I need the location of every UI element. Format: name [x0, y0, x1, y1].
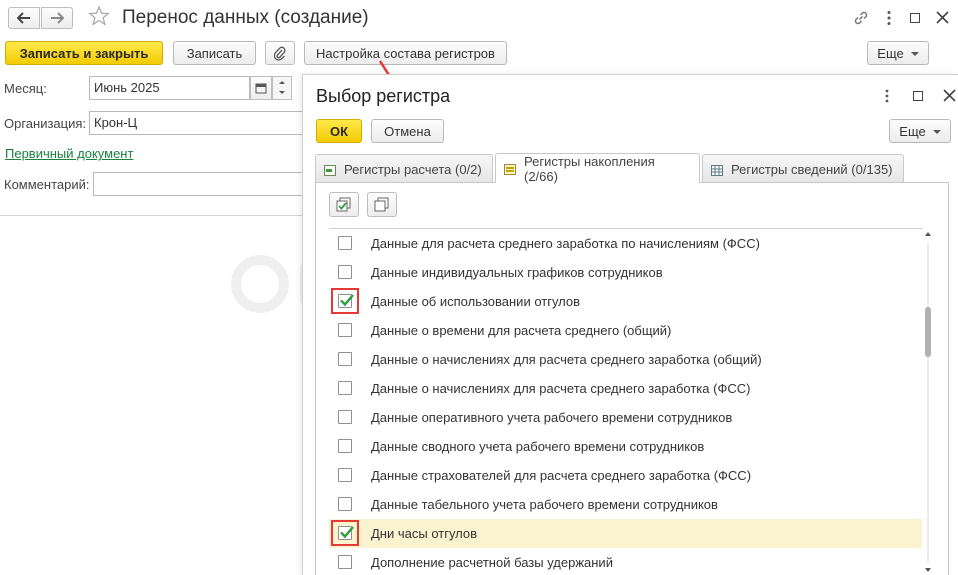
checkbox[interactable] — [338, 236, 352, 250]
register-row[interactable]: Данные об использовании отгулов — [329, 287, 922, 316]
back-button[interactable] — [8, 7, 40, 29]
checkbox[interactable] — [338, 381, 352, 395]
calc-register-icon — [324, 164, 336, 176]
primary-document-link[interactable]: Первичный документ — [5, 146, 133, 161]
register-row[interactable]: Данные страхователей для расчета среднег… — [329, 461, 922, 490]
register-name: Дополнение расчетной базы удержаний — [371, 555, 613, 570]
maximize-icon[interactable] — [910, 13, 920, 23]
scroll-down-icon[interactable] — [925, 568, 931, 572]
register-name: Данные оперативного учета рабочего време… — [371, 410, 733, 425]
dialog-close-icon[interactable] — [943, 89, 956, 105]
register-row[interactable]: Данные о начислениях для расчета среднег… — [329, 374, 922, 403]
close-icon[interactable] — [936, 11, 949, 27]
stepper-up-icon[interactable] — [279, 81, 285, 84]
tab-accumulation-registers[interactable]: Регистры накопления (2/66) — [495, 153, 700, 184]
scrollbar[interactable] — [923, 229, 933, 575]
cancel-button[interactable]: Отмена — [371, 119, 444, 143]
page-title: Перенос данных (создание) — [122, 7, 369, 28]
tab-label: Регистры сведений (0/135) — [731, 161, 893, 177]
calendar-button[interactable] — [250, 76, 272, 100]
register-name: Данные табельного учета рабочего времени… — [371, 497, 718, 512]
register-row[interactable]: Дополнение расчетной базы удержаний — [329, 548, 922, 575]
scroll-track[interactable] — [927, 243, 929, 563]
checkbox[interactable] — [338, 265, 352, 279]
register-name: Данные об использовании отгулов — [371, 294, 581, 309]
register-name: Данные о начислениях для расчета среднег… — [371, 352, 762, 367]
accum-register-icon — [504, 163, 516, 175]
attach-button[interactable] — [265, 41, 295, 65]
divider — [0, 215, 302, 216]
register-row[interactable]: Данные о начислениях для расчета среднег… — [329, 345, 922, 374]
register-name: Данные о начислениях для расчета среднег… — [371, 381, 751, 396]
tab-panel: Данные для расчета среднего заработка по… — [315, 182, 949, 575]
checkbox[interactable] — [338, 323, 352, 337]
checkbox-checked[interactable] — [338, 294, 354, 308]
forward-button[interactable] — [41, 7, 73, 29]
save-and-close-button[interactable]: Записать и закрыть — [5, 41, 163, 65]
register-row[interactable]: Данные о времени для расчета среднего (о… — [329, 316, 922, 345]
register-row[interactable]: Данные сводного учета рабочего времени с… — [329, 432, 922, 461]
tab-label: Регистры накопления (2/66) — [524, 153, 655, 184]
month-label: Месяц: — [4, 81, 47, 96]
scroll-up-icon[interactable] — [925, 232, 931, 236]
scroll-thumb[interactable] — [925, 307, 931, 357]
uncheck-all-icon — [374, 197, 389, 211]
favorite-star-icon[interactable] — [88, 5, 110, 30]
register-name: Данные для расчета среднего заработка по… — [371, 236, 760, 251]
ok-button[interactable]: ОК — [316, 119, 362, 143]
dialog-more-actions-icon[interactable] — [884, 89, 890, 106]
chevron-down-icon — [910, 52, 919, 56]
checkbox[interactable] — [338, 352, 352, 366]
checkbox[interactable] — [338, 555, 352, 569]
arrow-left-icon — [17, 12, 30, 24]
checkbox[interactable] — [338, 410, 352, 424]
tab-label: Регистры расчета (0/2) — [344, 161, 482, 177]
more-label: Еще — [877, 45, 904, 61]
link-icon[interactable] — [852, 9, 870, 30]
chevron-down-icon — [932, 130, 941, 134]
register-row[interactable]: Данные оперативного учета рабочего време… — [329, 403, 922, 432]
info-register-icon — [711, 164, 723, 176]
register-name: Данные страхователей для расчета среднег… — [371, 468, 752, 483]
dialog-more-button[interactable]: Еще — [889, 119, 951, 143]
arrow-right-icon — [51, 12, 64, 24]
register-row[interactable]: Данные табельного учета рабочего времени… — [329, 490, 922, 519]
month-field[interactable]: Июнь 2025 — [89, 76, 250, 100]
register-row[interactable]: Дни часы отгулов — [329, 519, 922, 548]
register-settings-button[interactable]: Настройка состава регистров — [304, 41, 507, 65]
tab-calculation-registers[interactable]: Регистры расчета (0/2) — [315, 154, 493, 183]
register-name: Дни часы отгулов — [371, 526, 478, 541]
checkbox-checked[interactable] — [338, 526, 354, 540]
calendar-icon — [255, 83, 267, 94]
organization-label: Организация: — [4, 116, 87, 131]
tab-info-registers[interactable]: Регистры сведений (0/135) — [702, 154, 904, 183]
paperclip-icon — [274, 46, 286, 61]
register-row[interactable]: Данные индивидуальных графиков сотрудник… — [329, 258, 922, 287]
register-name: Данные о времени для расчета среднего (о… — [371, 323, 672, 338]
register-row[interactable]: Данные для расчета среднего заработка по… — [329, 229, 922, 258]
register-name: Данные индивидуальных графиков сотрудник… — [371, 265, 663, 280]
check-all-icon — [336, 197, 351, 211]
select-register-dialog: Выбор регистра ОК Отмена Еще Регистры ра… — [302, 74, 958, 575]
stepper-down-icon[interactable] — [279, 91, 285, 94]
register-name: Данные сводного учета рабочего времени с… — [371, 439, 705, 454]
save-button[interactable]: Записать — [173, 41, 256, 65]
check-all-button[interactable] — [329, 192, 359, 217]
checkbox[interactable] — [338, 439, 352, 453]
main-more-button[interactable]: Еще — [867, 41, 929, 65]
checkmark-icon — [340, 526, 354, 539]
register-list: Данные для расчета среднего заработка по… — [329, 228, 922, 575]
comment-label: Комментарий: — [4, 177, 90, 192]
dialog-maximize-icon[interactable] — [913, 91, 923, 101]
checkbox[interactable] — [338, 497, 352, 511]
more-actions-icon[interactable] — [886, 10, 892, 29]
checkbox[interactable] — [338, 468, 352, 482]
comment-field[interactable] — [93, 172, 302, 196]
dialog-title: Выбор регистра — [316, 86, 451, 106]
month-stepper[interactable] — [272, 76, 292, 100]
checkmark-icon — [340, 294, 354, 307]
dialog-more-label: Еще — [899, 123, 926, 139]
uncheck-all-button[interactable] — [367, 192, 397, 217]
organization-field[interactable]: Крон-Ц — [89, 111, 302, 135]
